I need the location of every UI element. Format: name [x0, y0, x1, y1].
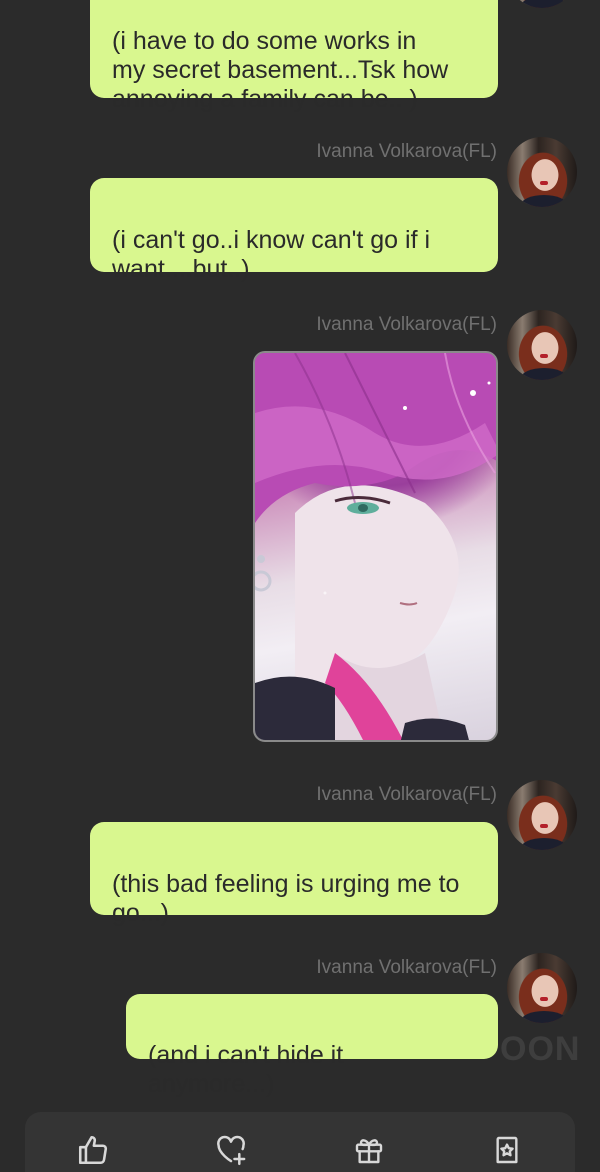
message-bubble[interactable]: (i have to do some works in my secret ba…	[90, 0, 498, 113]
sender-avatar[interactable]	[507, 780, 577, 850]
thumbs-up-icon[interactable]	[73, 1130, 113, 1170]
image-illustration	[255, 353, 496, 740]
sender-name: Ivanna Volkarova(FL)	[316, 784, 497, 805]
message-bubble[interactable]: (and i can't hide it anymore...)	[126, 994, 498, 1098]
message-text: (this bad feeling is urging me to go...)	[112, 870, 460, 927]
message-bubble[interactable]: (i can't go..i know can't go if i want..…	[90, 178, 498, 283]
sender-name: Ivanna Volkarova(FL)	[316, 141, 497, 162]
message-text: (and i can't hide it anymore...)	[148, 1041, 344, 1098]
sender-avatar[interactable]	[507, 0, 577, 8]
sender-name: Ivanna Volkarova(FL)	[316, 314, 497, 335]
watermark-text: OON	[500, 1030, 581, 1068]
star-bookmark-icon[interactable]	[487, 1130, 527, 1170]
sender-name: Ivanna Volkarova(FL)	[316, 957, 497, 978]
chat-screen: (i have to do some works in my secret ba…	[0, 0, 600, 1172]
message-text: (i can't go..i know can't go if i want..…	[112, 226, 431, 283]
heart-plus-icon[interactable]	[211, 1130, 251, 1170]
sender-avatar[interactable]	[507, 953, 577, 1023]
shared-image[interactable]	[253, 351, 498, 742]
message-bubble[interactable]: (this bad feeling is urging me to go...)	[90, 822, 498, 927]
action-toolbar	[25, 1112, 575, 1172]
gift-icon[interactable]	[349, 1130, 389, 1170]
sender-avatar[interactable]	[507, 137, 577, 207]
sender-avatar[interactable]	[507, 310, 577, 380]
message-text: (i have to do some works in my secret ba…	[112, 27, 449, 113]
